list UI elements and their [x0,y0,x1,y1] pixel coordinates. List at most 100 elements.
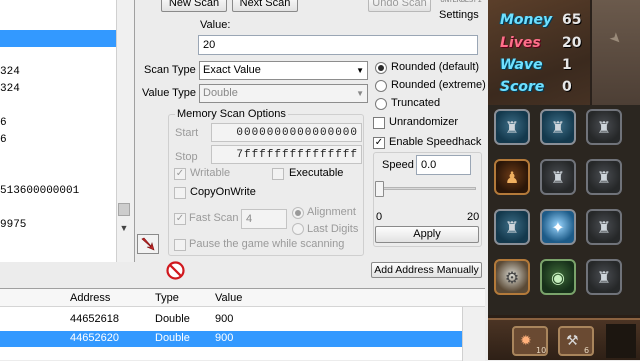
speed-slider-track[interactable] [380,187,476,190]
game-bottom-bar: ✹ 10 ⚒ 6 [488,318,640,360]
stone-wall [590,0,640,105]
money-value: 65 [562,12,582,28]
tower-slot[interactable]: ◉ [540,259,576,295]
sell-card[interactable]: ⚒ 6 [558,326,594,356]
enable-speedhack-checkbox[interactable]: ✓ [373,137,385,149]
poison-tower-icon: ◉ [551,268,565,287]
copyonwrite-label: CopyOnWrite [190,186,256,198]
selected-list-row[interactable] [0,30,116,47]
address-table[interactable]: Address Type Value 44652618 Double 900 4… [0,288,485,361]
tower-slot[interactable]: ♟ [494,159,530,195]
cannon-tower-icon: ♜ [504,118,520,137]
cell-address: 44652618 [70,313,119,325]
undo-scan-button[interactable]: Undo Scan [368,0,431,12]
found-addresses-list[interactable]: 324 324 6 6 513600000001 9975 ▼ [0,0,135,262]
list-item[interactable]: 513600000001 [0,185,79,198]
start-address-input[interactable]: 0000000000000000 [211,123,362,142]
list-item[interactable]: 324 [0,66,20,79]
list-item[interactable]: 9975 [0,219,26,232]
wave-value: 1 [562,57,572,73]
unrandomizer-checkbox[interactable] [373,117,385,129]
executable-checkbox[interactable] [272,168,284,180]
locked-tower-icon: ♜ [596,118,612,137]
add-address-manually-button[interactable]: Add Address Manually [371,262,482,278]
laser-tower-icon: ♜ [504,218,520,237]
stop-label: Stop [175,151,198,163]
upgrade-card[interactable]: ✹ 10 [512,326,548,356]
table-row[interactable]: 44652618 Double 900 [0,312,462,328]
rounded-extreme-radio[interactable] [375,80,387,92]
list-item[interactable]: 6 [0,134,7,147]
rounded-default-radio[interactable] [375,62,387,74]
stop-address-input[interactable]: 7fffffffffffffff [211,145,362,164]
fast-scan-checkbox[interactable]: ✓ [174,213,186,225]
tower-slot[interactable]: ♜ [586,209,622,245]
gun-tower-icon: ♜ [550,168,566,187]
stop-icon [166,261,185,280]
move-to-list-button[interactable] [137,234,159,254]
apply-button[interactable]: Apply [375,226,479,243]
scrollbar-thumb[interactable] [118,203,130,216]
score-label: Score [500,79,545,95]
alignment-label: Alignment [307,206,356,218]
value-input[interactable]: 20 [198,35,478,55]
speed-input[interactable]: 0.0 [416,155,471,175]
upgrade-icon: ✹ [520,332,532,348]
column-header-value[interactable]: Value [215,292,242,304]
cell-type: Double [155,332,190,344]
settings-link[interactable]: Settings [439,9,479,21]
tower-slot[interactable]: ♜ [494,209,530,245]
copyonwrite-checkbox[interactable] [174,187,186,199]
tower-slot[interactable]: ♜ [586,259,622,295]
truncated-radio[interactable] [375,98,387,110]
memory-scan-options-title: Memory Scan Options [175,108,288,120]
value-type-select[interactable]: Double ▼ [199,84,368,103]
turret-tower-icon: ♜ [550,118,566,137]
writable-checkbox[interactable]: ✓ [174,168,186,180]
next-scan-button[interactable]: Next Scan [232,0,298,12]
tower-slot[interactable]: ⚙ [494,259,530,295]
cell-type: Double [155,313,190,325]
last-digits-radio[interactable] [292,223,304,235]
upgrade-cost: 10 [536,346,547,355]
fast-scan-label: Fast Scan [189,212,239,224]
scroll-down-icon[interactable]: ▼ [118,222,130,234]
wave-label: Wave [500,57,543,73]
rounded-default-label: Rounded (default) [391,61,480,73]
game-window[interactable]: ➤ Money 65 Lives 20 Wave 1 Score 0 ♜ ♜ ♜… [488,0,640,360]
list-item[interactable]: 324 [0,83,20,96]
tower-slot[interactable]: ♜ [494,109,530,145]
gear-tower-icon: ⚙ [504,268,520,287]
speed-slider-thumb[interactable] [375,181,384,197]
table-row-selected[interactable]: 44652620 Double 900 [0,331,462,347]
writable-label: Writable [190,167,231,179]
ice-tower-icon: ✦ [551,218,565,237]
pause-game-checkbox[interactable] [174,239,186,251]
chevron-down-icon: ▼ [356,89,364,98]
locked-tower-icon: ♜ [596,268,612,287]
scan-type-value: Exact Value [203,64,261,76]
executable-label: Executable [289,167,344,179]
scan-type-select[interactable]: Exact Value ▼ [199,61,368,80]
locked-tower-icon: ♜ [596,168,612,187]
last-digits-label: Last Digits [307,223,359,235]
table-header: Address Type Value [0,289,485,307]
new-scan-button[interactable]: New Scan [161,0,227,12]
slider-min-label: 0 [376,211,383,223]
list-item[interactable]: 6 [0,117,7,130]
column-header-type[interactable]: Type [155,292,179,304]
tower-slot[interactable]: ♜ [586,109,622,145]
rounded-extreme-label: Rounded (extreme) [391,79,486,91]
speed-label: Speed [382,159,414,171]
alignment-radio[interactable] [292,207,304,219]
tower-slot[interactable]: ♜ [586,159,622,195]
tower-slot[interactable]: ♜ [540,109,576,145]
clear-list-button[interactable] [166,261,185,280]
tower-slot[interactable]: ✦ [540,209,576,245]
pause-game-label: Pause the game while scanning [189,238,345,250]
tower-slot[interactable]: ♜ [540,159,576,195]
table-scrollbar[interactable] [462,307,485,361]
column-header-address[interactable]: Address [70,292,110,304]
cell-address: 44652620 [70,332,119,344]
fast-scan-input[interactable]: 4 [241,209,287,229]
